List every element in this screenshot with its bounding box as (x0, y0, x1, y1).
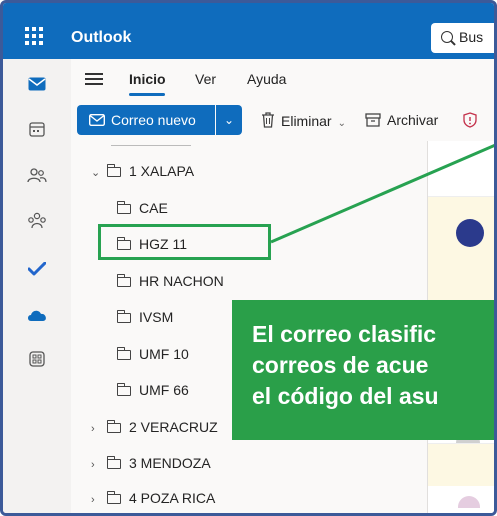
callout-line-1: El correo clasific (252, 321, 437, 347)
callout-line-3: el código del asu (252, 383, 439, 409)
callout-line-2: correos de acue (252, 352, 429, 378)
annotation-callout: El correo clasific correos de acue el có… (232, 300, 494, 440)
outlook-window: Outlook Bus Inicio Ver Ayuda Correo nuev… (0, 0, 497, 516)
annotation-highlight-box (98, 224, 271, 260)
